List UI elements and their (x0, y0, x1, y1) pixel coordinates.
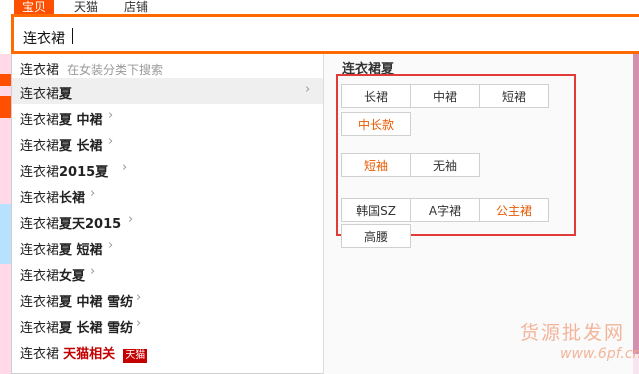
suggestion-item[interactable]: 连衣裙夏 长裙 雪纺 › (12, 312, 323, 338)
suggestion-item[interactable]: 连衣裙长裙 › (12, 182, 323, 208)
suggestion-item[interactable]: 连衣裙夏 › (12, 78, 323, 104)
chevron-right-icon: › (90, 186, 96, 201)
chevron-right-icon: › (128, 212, 134, 227)
filter-chip[interactable]: 中长款 (341, 112, 411, 136)
chevron-right-icon: › (90, 264, 96, 279)
filter-chip[interactable]: 无袖 (410, 153, 480, 177)
watermark-text: 货源批发网 (520, 322, 626, 344)
chevron-right-icon: › (108, 238, 114, 253)
suggestion-item[interactable]: 连衣裙夏天2015 › (12, 208, 323, 234)
filter-chip[interactable]: 短裙 (479, 84, 549, 108)
filter-chip[interactable]: 韩国SZ (341, 198, 411, 222)
chevron-right-icon: › (108, 134, 114, 149)
suggestion-item[interactable]: 连衣裙夏 中裙 雪纺 › (12, 286, 323, 312)
suggestion-item[interactable]: 连衣裙夏 长裙 › (12, 130, 323, 156)
suggestion-item[interactable]: 连衣裙夏 短裙 › (12, 234, 323, 260)
chevron-right-icon: › (122, 160, 128, 175)
suggestion-item[interactable]: 连衣裙夏 中裙 › (12, 104, 323, 130)
filter-chip[interactable]: 高腰 (341, 224, 411, 248)
suggestion-item-tmall[interactable]: 连衣裙 天猫相关 天猫 (12, 338, 323, 364)
suggestion-item[interactable]: 连衣裙女夏 › (12, 260, 323, 286)
chevron-right-icon: › (108, 108, 114, 123)
filter-chip[interactable]: 短袖 (341, 153, 411, 177)
search-input[interactable]: 连衣裙 (11, 14, 639, 54)
watermark-url: www.6pf.cn (560, 346, 639, 362)
suggestion-list: 连衣裙 在女装分类下搜索 连衣裙夏 › 连衣裙夏 中裙 › 连衣裙夏 长裙 › 连… (12, 54, 323, 374)
suggestion-item[interactable]: 连衣裙2015夏 › (12, 156, 323, 182)
background-page-right (632, 54, 639, 374)
chevron-right-icon: › (136, 290, 142, 305)
tab-tmall[interactable]: 天猫 (74, 0, 98, 14)
tmall-badge-icon: 天猫 (123, 349, 148, 363)
chevron-right-icon: › (136, 316, 142, 331)
category-hint: 在女装分类下搜索 (67, 63, 164, 77)
chevron-right-icon: › (305, 82, 311, 97)
text-caret (72, 28, 73, 44)
filter-chip[interactable]: A字裙 (410, 198, 480, 222)
suggestion-item[interactable]: 连衣裙 在女装分类下搜索 (12, 54, 323, 80)
filter-chip[interactable]: 中裙 (410, 84, 480, 108)
tmall-related-label: 天猫相关 (63, 347, 116, 362)
search-input-value: 连衣裙 (23, 31, 65, 47)
tab-items[interactable]: 宝贝 (14, 0, 55, 14)
tab-shops[interactable]: 店铺 (124, 0, 148, 14)
background-page-left (0, 54, 11, 374)
filter-chip[interactable]: 长裙 (341, 84, 411, 108)
filter-chip[interactable]: 公主裙 (479, 198, 549, 222)
